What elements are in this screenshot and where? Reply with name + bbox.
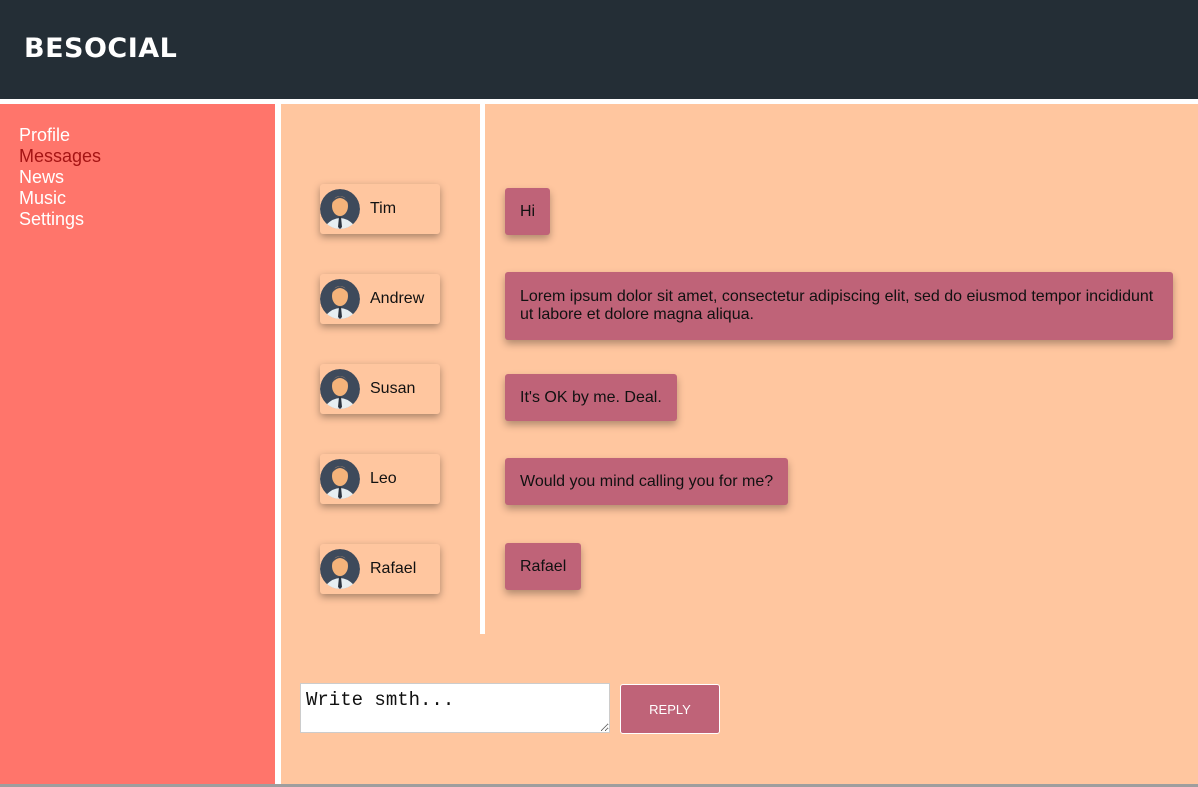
message-bubble: Rafael bbox=[505, 543, 582, 590]
dialog-item-susan[interactable]: Susan bbox=[320, 364, 440, 414]
messages-panel: Tim Andrew Susan Leo Rafael Hi Lorem ips… bbox=[281, 104, 1198, 784]
sidebar-item-settings[interactable]: Settings bbox=[19, 209, 275, 230]
message-bubble: It's OK by me. Deal. bbox=[505, 374, 677, 421]
dialog-item-tim[interactable]: Tim bbox=[320, 184, 440, 234]
user-avatar-icon bbox=[320, 189, 360, 229]
dialog-name: Leo bbox=[370, 470, 397, 487]
user-avatar-icon bbox=[320, 369, 360, 409]
dialog-item-leo[interactable]: Leo bbox=[320, 454, 440, 504]
sidebar-item-messages[interactable]: Messages bbox=[19, 146, 275, 167]
user-avatar-icon bbox=[320, 459, 360, 499]
logo: BESOCIAL bbox=[24, 33, 178, 64]
reply-button[interactable]: Reply bbox=[620, 684, 720, 734]
sidebar: Profile Messages News Music Settings bbox=[0, 104, 275, 784]
dialog-name: Andrew bbox=[370, 290, 425, 307]
message-bubble: Would you mind calling you for me? bbox=[505, 458, 789, 505]
message-bubble: Hi bbox=[505, 188, 551, 235]
dialog-name: Susan bbox=[370, 380, 416, 397]
sidebar-item-music[interactable]: Music bbox=[19, 188, 275, 209]
user-avatar-icon bbox=[320, 279, 360, 319]
dialog-item-andrew[interactable]: Andrew bbox=[320, 274, 440, 324]
user-avatar-icon bbox=[320, 549, 360, 589]
message-input[interactable] bbox=[300, 683, 610, 733]
dialog-name: Rafael bbox=[370, 560, 417, 577]
dialogs-divider bbox=[480, 104, 485, 634]
sidebar-item-news[interactable]: News bbox=[19, 167, 275, 188]
sidebar-item-profile[interactable]: Profile bbox=[19, 125, 275, 146]
dialog-name: Tim bbox=[370, 200, 397, 217]
header: BESOCIAL bbox=[0, 0, 1198, 99]
message-bubble: Lorem ipsum dolor sit amet, consectetur … bbox=[505, 272, 1173, 340]
dialog-item-rafael[interactable]: Rafael bbox=[320, 544, 440, 594]
